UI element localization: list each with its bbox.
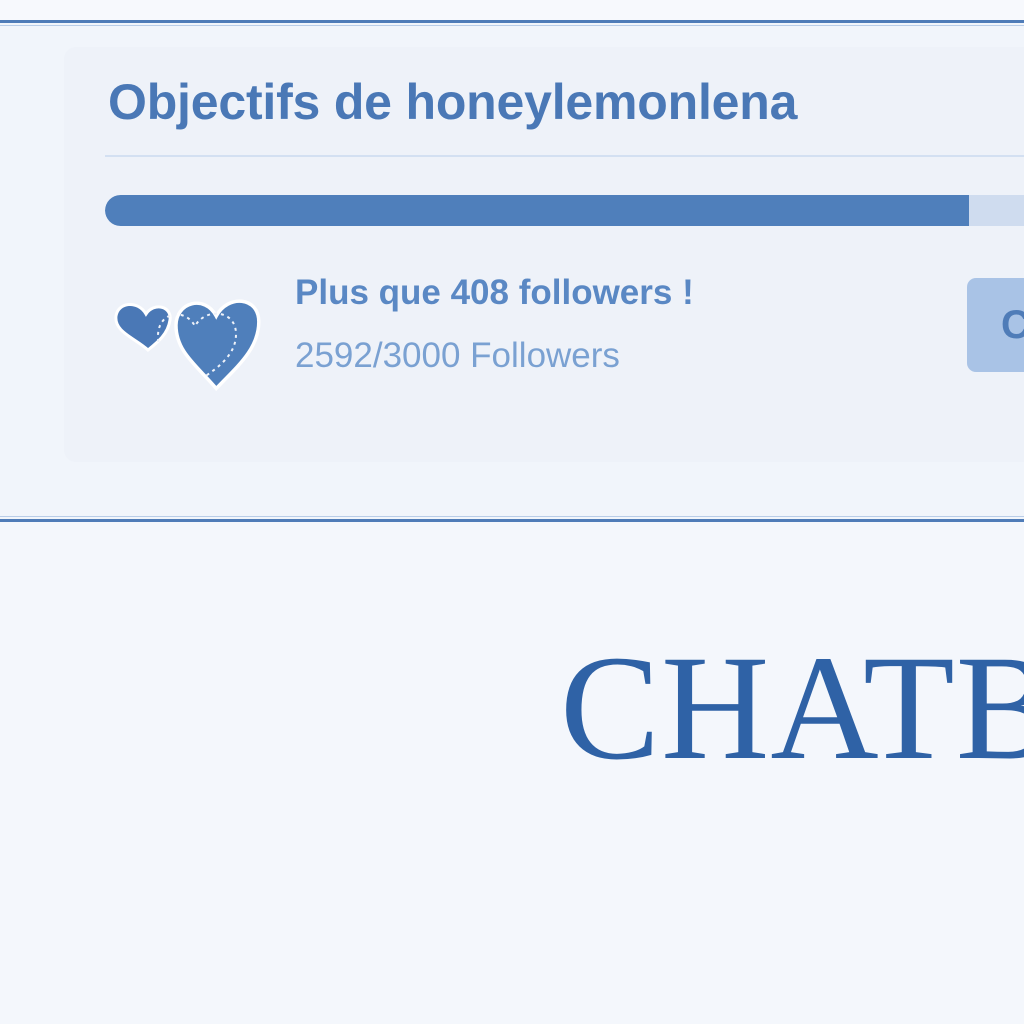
goal-label: Plus que 408 followers !: [295, 273, 694, 312]
goal-progress-bar: [105, 195, 1024, 226]
goals-title: Objectifs de honeylemonlena: [108, 74, 798, 130]
page: Objectifs de honeylemonlena Plus que 408…: [0, 0, 1024, 1024]
chatbox-heading: CHATB: [560, 625, 1024, 791]
goal-action-button[interactable]: C: [967, 278, 1024, 372]
top-strip: [0, 0, 1024, 20]
title-divider: [105, 155, 1024, 157]
hearts-icon: [108, 272, 263, 392]
goal-progress-fill: [105, 195, 969, 226]
goal-follower-count: 2592/3000 Followers: [295, 336, 620, 375]
